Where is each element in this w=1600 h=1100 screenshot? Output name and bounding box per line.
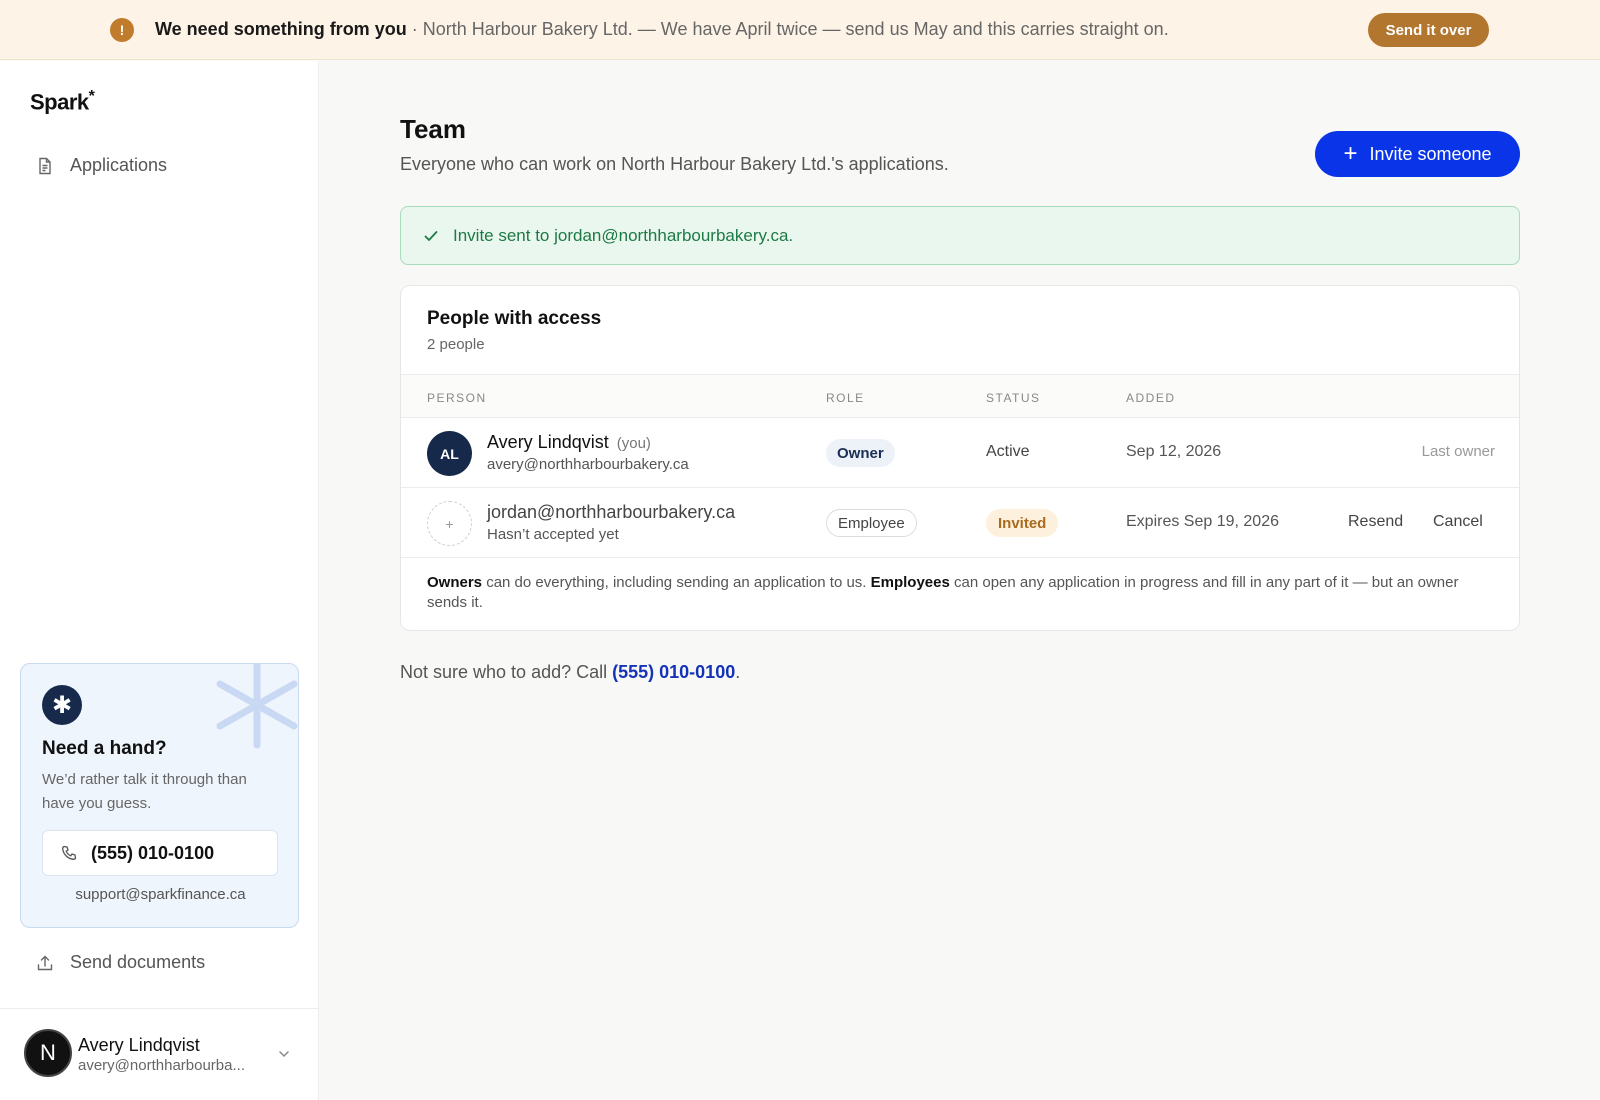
upload-icon — [37, 955, 53, 970]
sidebar: Spark* Applications ✱ Need a hand? We’d … — [0, 61, 319, 1100]
roles-note: Owners can do everything, including send… — [427, 574, 1459, 611]
footer-phone-link[interactable]: (555) 010-0100 — [612, 662, 735, 682]
person-status-note: Hasn’t accepted yet — [487, 526, 619, 543]
user-name: Avery Lindqvist — [78, 1035, 200, 1055]
help-card: ✱ Need a hand? We’d rather talk it throu… — [20, 663, 299, 928]
person-email: avery@northharbourbakery.ca — [487, 456, 689, 473]
status-badge: Invited — [986, 509, 1059, 537]
chevron-down-icon[interactable] — [277, 1047, 291, 1061]
column-role: ROLE — [826, 391, 865, 405]
alert-text: Invite sent to jordan@northharbourbakery… — [453, 225, 794, 245]
user-menu[interactable]: N Avery Lindqvist avery@northharbourba..… — [0, 1008, 319, 1100]
help-title: Need a hand? — [42, 738, 167, 759]
phone-icon — [62, 845, 77, 860]
invite-label: Invite someone — [1369, 143, 1492, 164]
table-row: + jordan@northharbourbakery.ca Hasn’t ac… — [401, 488, 1519, 558]
send-documents-label: Send documents — [70, 952, 206, 972]
role-badge: Owner — [826, 439, 895, 467]
column-person: PERSON — [427, 391, 487, 405]
pending-avatar-icon: + — [427, 501, 472, 546]
card-title: People with access — [427, 308, 602, 329]
document-icon — [39, 157, 51, 174]
you-label: (you) — [616, 435, 651, 452]
people-count: 2 people — [427, 336, 485, 353]
avatar: N — [24, 1029, 72, 1077]
role-badge: Employee — [826, 509, 917, 537]
footer-help: Not sure who to add? Call (555) 010-0100… — [400, 662, 741, 682]
asterisk-icon: ✱ — [42, 685, 82, 725]
sidebar-item-label: Applications — [70, 155, 168, 175]
people-card: People with access 2 people PERSON ROLE … — [400, 285, 1520, 631]
cancel-invite-button[interactable]: Cancel — [1433, 513, 1483, 531]
help-phone-number: (555) 010-0100 — [91, 842, 215, 863]
logo[interactable]: Spark* — [30, 88, 95, 115]
user-email: avery@northharbourba... — [78, 1057, 245, 1074]
table-row: AL Avery Lindqvist (you) avery@northharbo… — [401, 418, 1519, 488]
exclamation-icon: ! — [110, 18, 134, 42]
person-name: jordan@northharbourbakery.ca — [487, 502, 736, 522]
page-subtitle: Everyone who can work on North Harbour B… — [400, 154, 949, 174]
asterisk-decoration-icon — [216, 664, 298, 749]
notice-banner: ! We need something from you · North Har… — [0, 0, 1600, 60]
avatar: AL — [427, 431, 472, 476]
send-it-over-button[interactable]: Send it over — [1368, 13, 1489, 47]
help-email-link[interactable]: support@sparkfinance.ca — [21, 886, 298, 903]
status-text: Active — [986, 443, 1030, 460]
send-documents-link[interactable]: Send documents — [36, 952, 205, 973]
column-status: STATUS — [986, 391, 1041, 405]
resend-button[interactable]: Resend — [1348, 513, 1403, 531]
invite-someone-button[interactable]: + Invite someone — [1315, 131, 1520, 177]
banner-separator: · — [406, 19, 423, 39]
checkmark-icon — [424, 230, 438, 241]
plus-icon: + — [1343, 140, 1358, 167]
column-added: ADDED — [1126, 391, 1176, 405]
help-phone-button[interactable]: (555) 010-0100 — [42, 830, 278, 876]
added-date: Sep 12, 2026 — [1126, 443, 1222, 460]
banner-text: We need something from you · North Harbo… — [155, 19, 1169, 40]
banner-title: We need something from you — [155, 19, 407, 39]
person-name: Avery Lindqvist (you) — [487, 432, 651, 452]
success-alert: Invite sent to jordan@northharbourbakery… — [400, 206, 1520, 265]
table-header: PERSON ROLE STATUS ADDED — [401, 374, 1519, 418]
page-title: Team — [400, 114, 466, 144]
help-body: We’d rather talk it through than have yo… — [42, 771, 247, 812]
banner-message: North Harbour Bakery Ltd. — We have Apri… — [422, 19, 1169, 39]
expiry-date: Expires Sep 19, 2026 — [1126, 513, 1279, 530]
sidebar-item-applications[interactable]: Applications — [36, 155, 167, 176]
last-owner-note: Last owner — [1421, 443, 1495, 460]
